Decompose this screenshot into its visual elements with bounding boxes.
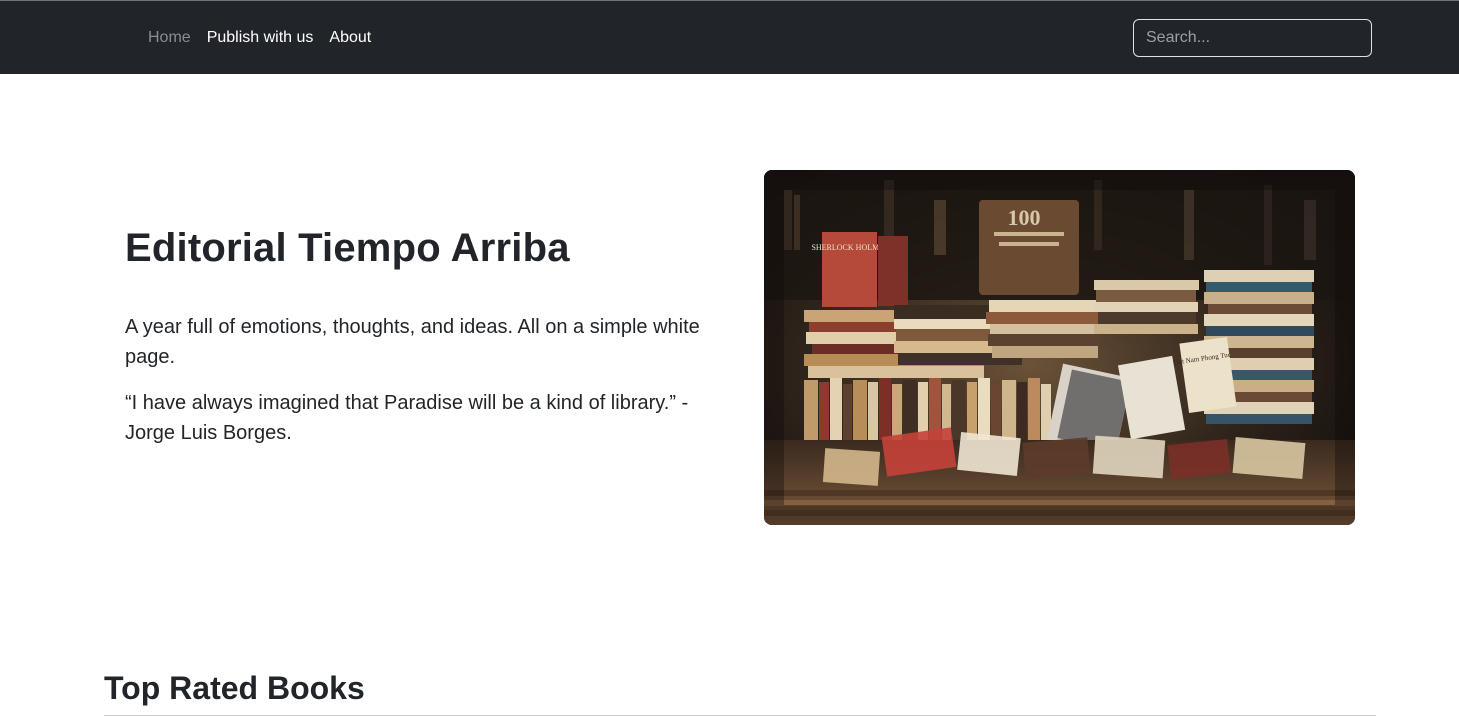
nav-link-publish[interactable]: Publish with us [207, 29, 314, 47]
navbar: Home Publish with us About [0, 1, 1459, 74]
hero-title: Editorial Tiempo Arriba [125, 226, 570, 270]
nav-link-home[interactable]: Home [148, 29, 191, 47]
hero-image: 100 SHERLOCK HOLMES Viet Nam Phong Tuc [764, 170, 1355, 525]
nav-link-about[interactable]: About [329, 29, 371, 47]
hero-quote: “I have always imagined that Paradise wi… [125, 392, 689, 444]
section-title-top-rated: Top Rated Books [104, 670, 365, 706]
sign-number: 100 [1008, 205, 1041, 230]
section-divider [104, 715, 1376, 716]
hero-lead: A year full of emotions, thoughts, and i… [125, 316, 700, 368]
book-cover-title: SHERLOCK HOLMES [811, 243, 888, 252]
search-input[interactable] [1133, 19, 1372, 57]
nav-links: Home Publish with us About [148, 1, 371, 74]
bookstore-illustration: 100 SHERLOCK HOLMES Viet Nam Phong Tuc [764, 170, 1355, 525]
